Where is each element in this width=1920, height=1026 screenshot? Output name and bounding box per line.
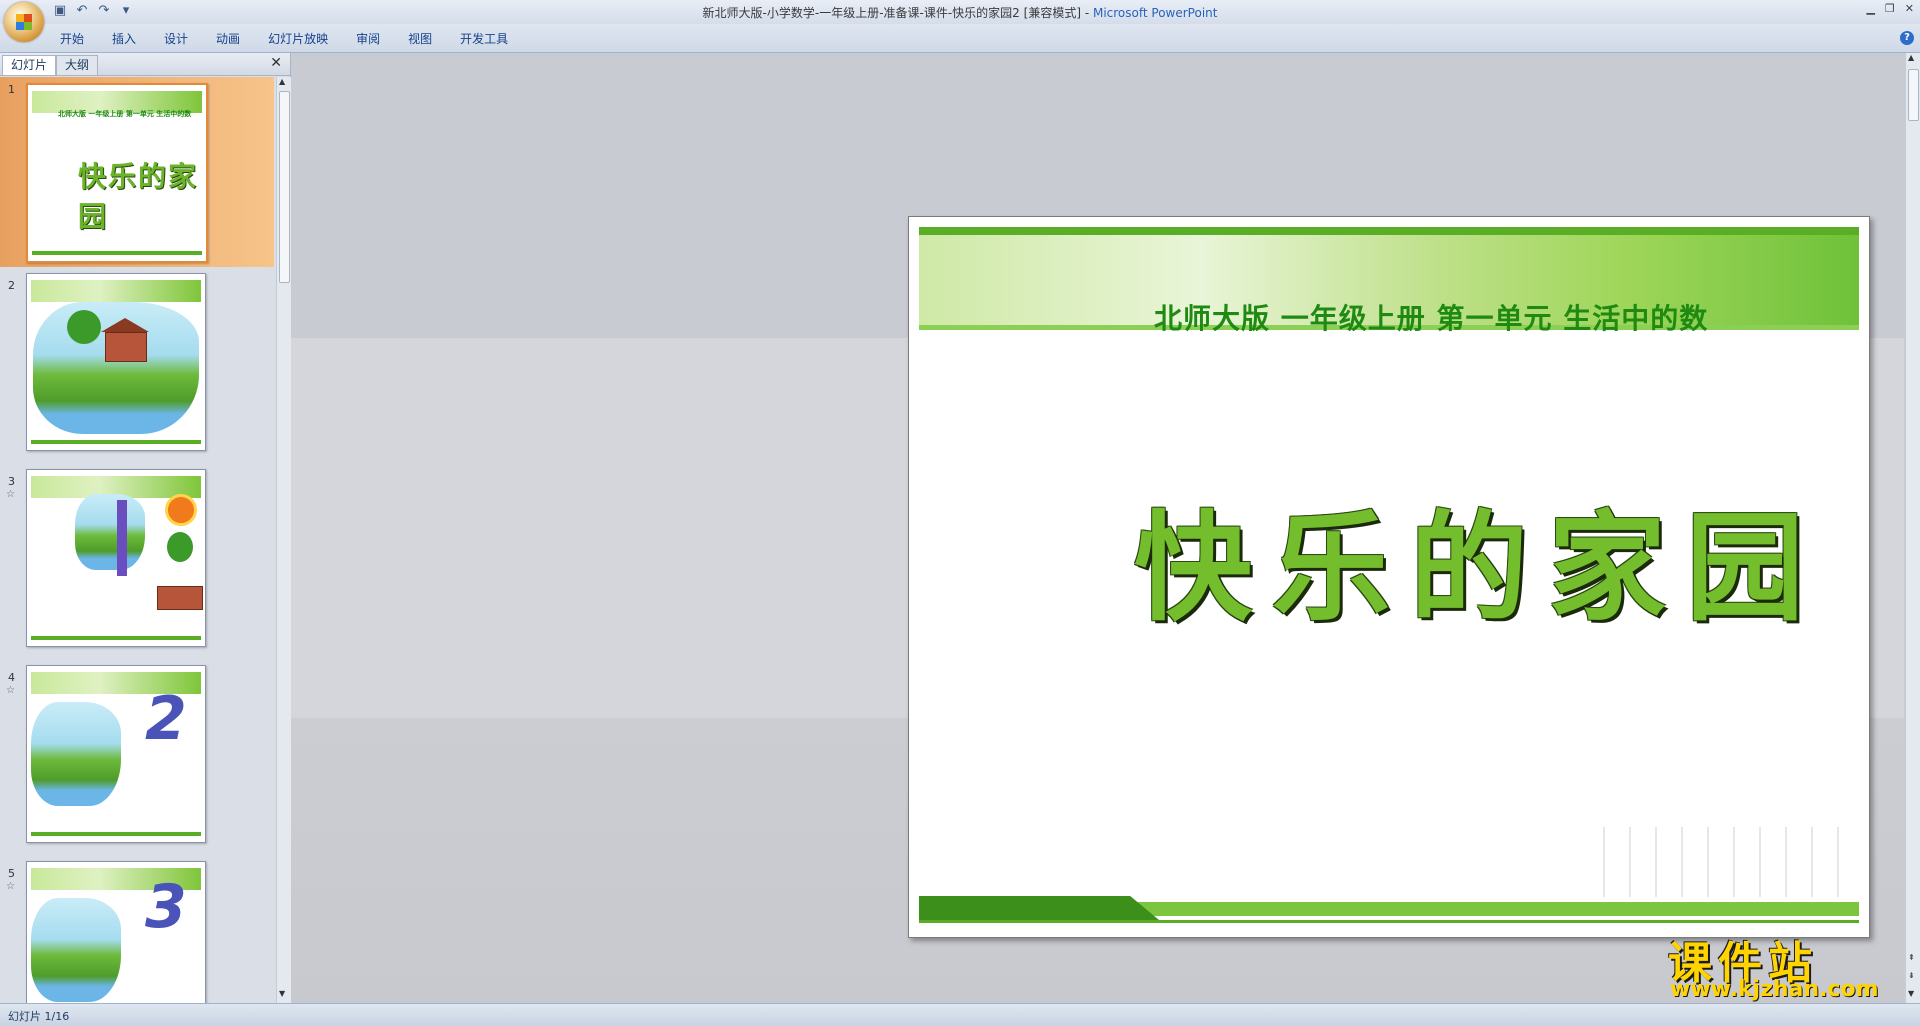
watermark-url: www.kjzhan.com: [1670, 977, 1879, 1002]
tab-outline[interactable]: 大纲: [56, 55, 99, 75]
slide-editing-area: 北师大版 一年级上册 第一单元 生活中的数 快乐的家园: [291, 53, 1904, 1003]
window-controls: ▁ ❐ ✕: [1866, 2, 1914, 15]
help-icon[interactable]: ?: [1900, 31, 1914, 45]
animation-icon: ☆: [6, 881, 15, 892]
scroll-down-icon[interactable]: ▼: [1908, 989, 1914, 998]
thumbnail-footer-band: [32, 251, 202, 255]
header-top-strip: [919, 227, 1859, 235]
house-icon: [105, 332, 147, 362]
ribbon-tabs: 开始 插入 设计 动画 幻灯片放映 审阅 视图 开发工具: [60, 30, 536, 47]
tree-icon: [167, 532, 193, 562]
tab-design[interactable]: 设计: [164, 30, 188, 47]
farm-illustration: [31, 898, 121, 1002]
sun-icon: [165, 494, 197, 526]
close-icon[interactable]: ✕: [1905, 2, 1914, 15]
scroll-up-icon[interactable]: ▲: [279, 77, 285, 86]
slide-thumbnail[interactable]: 2: [26, 665, 206, 843]
restore-icon[interactable]: ❐: [1885, 2, 1895, 15]
slide-thumbnail[interactable]: [26, 273, 206, 451]
title-separator: -: [1081, 6, 1093, 20]
slide-number: 1: [8, 83, 15, 96]
office-button[interactable]: [4, 2, 44, 42]
scroll-up-icon[interactable]: ▲: [1908, 53, 1914, 62]
close-icon[interactable]: ✕: [270, 55, 282, 71]
scroll-down-icon[interactable]: ▼: [279, 989, 285, 998]
thumbnail-footer-band: [31, 832, 201, 836]
scrollbar-thumb[interactable]: [1908, 69, 1919, 121]
tab-slides[interactable]: 幻灯片: [2, 55, 57, 75]
slides-pane: 幻灯片 大纲 ✕ 1 北师大版 一年级上册 第一单元 生活中的数 快乐的家园 2: [0, 53, 291, 1003]
window-title: 新北师大版-小学数学-一年级上册-准备课-课件-快乐的家园2 [兼容模式] - …: [0, 4, 1920, 21]
animation-icon: ☆: [6, 489, 15, 500]
thumbnail-footer-band: [31, 636, 201, 640]
tree-icon: [67, 310, 101, 344]
number-label: 2: [145, 684, 187, 754]
thumbnail-row[interactable]: 3 ☆: [0, 469, 274, 659]
current-slide[interactable]: 北师大版 一年级上册 第一单元 生活中的数 快乐的家园: [908, 216, 1870, 938]
plant-decoration: [1589, 827, 1849, 897]
thumbnail-scrollbar[interactable]: ▲ ▼: [276, 77, 291, 1003]
slide-subtitle[interactable]: 北师大版 一年级上册 第一单元 生活中的数: [1154, 297, 1708, 337]
slide-scrollbar[interactable]: ▲ ⇞ ⇟ ▼: [1905, 53, 1920, 1003]
thumbnail-row[interactable]: 5 ☆ 3: [0, 861, 274, 1003]
slide-thumbnail[interactable]: [26, 469, 206, 647]
thumbnail-header-band: [31, 280, 201, 302]
thumbnail-list: 1 北师大版 一年级上册 第一单元 生活中的数 快乐的家园 2 3 ☆ 4 ☆ …: [0, 77, 274, 1003]
number-one-shape: [117, 500, 127, 576]
footer-dark-band: [919, 896, 1159, 920]
tab-view[interactable]: 视图: [408, 30, 432, 47]
slide-number: 4: [8, 671, 15, 684]
tab-animations[interactable]: 动画: [216, 30, 240, 47]
thumbnail-row[interactable]: 1 北师大版 一年级上册 第一单元 生活中的数 快乐的家园: [0, 77, 274, 267]
ribbon-tabs-bar: 开始 插入 设计 动画 幻灯片放映 审阅 视图 开发工具 ?: [0, 24, 1920, 53]
thumbnail-title: 快乐的家园: [78, 160, 199, 233]
farm-illustration: [31, 702, 121, 806]
farm-illustration: [75, 494, 145, 570]
document-title: 新北师大版-小学数学-一年级上册-准备课-课件-快乐的家园2 [兼容模式]: [702, 6, 1081, 20]
footer-line: [919, 920, 1859, 923]
next-slide-icon[interactable]: ⇟: [1908, 971, 1915, 980]
animation-icon: ☆: [6, 685, 15, 696]
thumbnail-row[interactable]: 4 ☆ 2: [0, 665, 274, 855]
slide-number: 5: [8, 867, 15, 880]
status-bar: 幻灯片 1/16: [0, 1003, 1920, 1026]
slide-number: 3: [8, 475, 15, 488]
minimize-icon[interactable]: ▁: [1866, 2, 1874, 15]
office-logo-icon: [16, 14, 32, 30]
slide-thumbnail[interactable]: 北师大版 一年级上册 第一单元 生活中的数 快乐的家园: [26, 83, 208, 263]
slide-indicator: 幻灯片 1/16: [8, 1010, 70, 1023]
house-icon: [157, 586, 203, 610]
tab-slideshow[interactable]: 幻灯片放映: [268, 30, 328, 47]
scrollbar-thumb[interactable]: [279, 91, 290, 283]
roof-icon: [101, 318, 149, 332]
tab-insert[interactable]: 插入: [112, 30, 136, 47]
app-name: Microsoft PowerPoint: [1092, 6, 1218, 20]
tab-home[interactable]: 开始: [60, 30, 84, 47]
thumbnail-subtitle: 北师大版 一年级上册 第一单元 生活中的数: [58, 110, 192, 118]
watermark-logo: 课件站 www.kjzhan.com: [1668, 927, 1908, 1007]
title-bar: ▣ ↶ ↷ ▾ 新北师大版-小学数学-一年级上册-准备课-课件-快乐的家园2 […: [0, 0, 1920, 24]
thumbnail-row[interactable]: 2: [0, 273, 274, 463]
number-label: 3: [145, 872, 187, 942]
slide-title[interactable]: 快乐的家园: [1134, 472, 1824, 643]
tab-developer[interactable]: 开发工具: [460, 30, 508, 47]
previous-slide-icon[interactable]: ⇞: [1908, 953, 1915, 962]
thumbnail-footer-band: [31, 440, 201, 444]
slide-number: 2: [8, 279, 15, 292]
slides-pane-tabs: 幻灯片 大纲 ✕: [0, 53, 290, 76]
tab-review[interactable]: 审阅: [356, 30, 380, 47]
slide-thumbnail[interactable]: 3: [26, 861, 206, 1003]
